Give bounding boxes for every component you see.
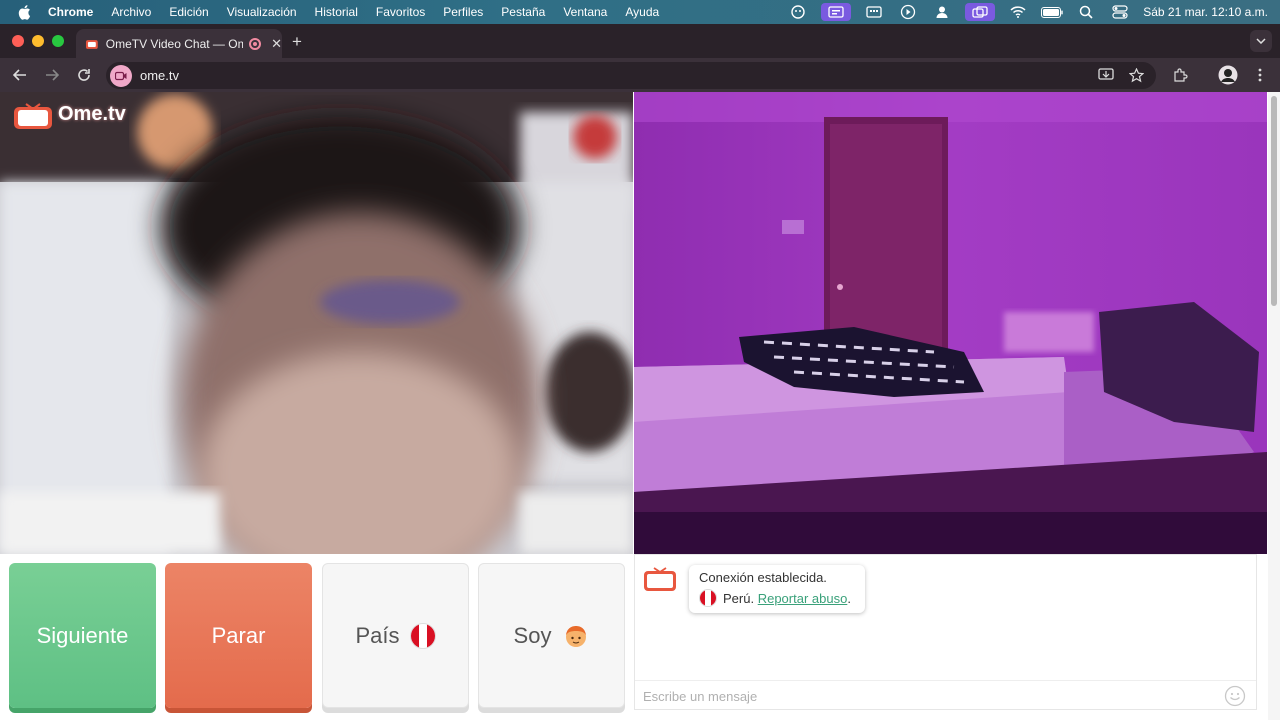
scrollbar-thumb[interactable]: [1271, 96, 1277, 306]
puzzle-icon: [1173, 67, 1188, 82]
emoji-picker-icon[interactable]: [1224, 685, 1246, 707]
tab-close-icon[interactable]: ✕: [271, 36, 282, 52]
extensions-button[interactable]: [1170, 65, 1190, 85]
menu-pestana[interactable]: Pestaña: [501, 5, 545, 19]
stop-button[interactable]: Parar: [165, 563, 312, 708]
message-input[interactable]: [643, 686, 1213, 706]
back-button[interactable]: [10, 65, 30, 85]
menu-favoritos[interactable]: Favoritos: [376, 5, 425, 19]
browser-tab-bar: OmeTV Video Chat — Ome ✕ +: [0, 24, 1280, 58]
install-app-icon: [1098, 68, 1114, 80]
spotlight-search-icon[interactable]: [1075, 4, 1097, 20]
site-info-icon[interactable]: [110, 64, 132, 87]
menu-visualizacion[interactable]: Visualización: [227, 5, 297, 19]
connection-status-text: Conexión establecida.: [699, 570, 827, 585]
menu-edicion[interactable]: Edición: [169, 5, 208, 19]
next-button[interactable]: Siguiente: [9, 563, 156, 708]
chevron-down-icon: [1256, 38, 1266, 44]
arrow-right-icon: [46, 69, 59, 81]
message-input-row: [635, 680, 1256, 710]
profile-avatar-button[interactable]: [1218, 65, 1238, 85]
cast-button[interactable]: [1096, 65, 1116, 85]
peru-small-flag-icon: [699, 589, 717, 607]
menu-archivo[interactable]: Archivo: [111, 5, 151, 19]
remote-video-image: [634, 92, 1267, 554]
tab-title: OmeTV Video Chat — Ome: [105, 36, 244, 51]
forward-button[interactable]: [42, 65, 62, 85]
next-button-label: Siguiente: [36, 622, 129, 648]
ometv-favicon-icon: [85, 39, 98, 49]
window-zoom-button[interactable]: [52, 35, 64, 47]
ometv-tv-logo-icon: [14, 103, 52, 129]
boy-emoji-icon: [566, 625, 587, 647]
control-center-icon[interactable]: [1109, 4, 1131, 20]
menu-perfiles[interactable]: Perfiles: [443, 5, 483, 19]
menu-ayuda[interactable]: Ayuda: [625, 5, 659, 19]
menu-historial[interactable]: Historial: [315, 5, 358, 19]
screen-share-status-icon[interactable]: [821, 3, 852, 21]
macos-menu-bar: Chrome Archivo Edición Visualización His…: [0, 0, 1280, 24]
menu-app-chrome[interactable]: Chrome: [48, 5, 93, 19]
country-filter-button[interactable]: País: [322, 563, 469, 708]
copilot-status-icon[interactable]: [787, 4, 809, 20]
window-minimize-button[interactable]: [32, 35, 44, 47]
menu-ventana[interactable]: Ventana: [563, 5, 607, 19]
browser-tab-ometv[interactable]: OmeTV Video Chat — Ome ✕: [76, 29, 282, 58]
user-status-icon[interactable]: [931, 4, 953, 20]
star-icon: [1128, 67, 1144, 82]
stop-button-label: Parar: [211, 622, 266, 648]
country-button-label: País: [355, 622, 400, 648]
address-bar[interactable]: ome.tv: [106, 62, 1156, 89]
camera-icon: [115, 71, 127, 80]
ometv-small-logo-icon: [644, 567, 676, 591]
partner-country-text: Perú.: [723, 590, 755, 606]
chat-panel: Conexión establecida. Perú. Reportar abu…: [634, 554, 1257, 710]
report-abuse-link[interactable]: Reportar abuso: [758, 591, 848, 606]
avatar-icon: [1218, 65, 1238, 85]
reload-button[interactable]: [74, 65, 94, 85]
report-suffix-text: .: [847, 590, 851, 606]
local-video-image: [0, 92, 633, 554]
ometv-logo[interactable]: Ome.tv: [12, 98, 126, 130]
windows-status-icon[interactable]: [965, 3, 996, 21]
reload-icon: [78, 69, 90, 81]
kebab-menu-icon: [1258, 68, 1262, 82]
wifi-icon[interactable]: [1007, 4, 1029, 20]
gender-button-label: Soy: [513, 622, 552, 648]
ometv-page: Ome.tv Siguiente Parar País Soy Conexión…: [0, 92, 1280, 720]
apple-logo-icon[interactable]: [16, 3, 34, 21]
play-status-icon[interactable]: [897, 4, 919, 20]
recording-indicator-icon: [249, 37, 262, 50]
arrow-left-icon: [13, 69, 26, 81]
ometv-logo-text: Ome.tv: [58, 102, 126, 125]
url-text: ome.tv: [140, 68, 180, 83]
window-close-button[interactable]: [12, 35, 24, 47]
keyboard-status-icon[interactable]: [863, 4, 885, 20]
menubar-clock[interactable]: Sáb 21 mar. 12:10 a.m.: [1143, 5, 1268, 19]
new-tab-icon[interactable]: +: [292, 32, 302, 52]
chat-controls: Siguiente Parar País Soy: [0, 554, 634, 720]
battery-icon[interactable]: [1041, 4, 1063, 20]
chrome-menu-button[interactable]: [1250, 65, 1270, 85]
gender-button[interactable]: Soy: [478, 563, 625, 708]
system-message-bubble: Conexión establecida. Perú. Reportar abu…: [689, 565, 865, 613]
bookmark-button[interactable]: [1126, 65, 1146, 85]
page-scrollbar[interactable]: [1268, 92, 1280, 720]
local-video-feed: Ome.tv: [0, 92, 633, 554]
browser-toolbar: ome.tv: [0, 58, 1280, 92]
remote-video-feed: [634, 92, 1267, 554]
tab-search-button[interactable]: [1250, 30, 1272, 52]
peru-flag-icon: [409, 622, 436, 649]
